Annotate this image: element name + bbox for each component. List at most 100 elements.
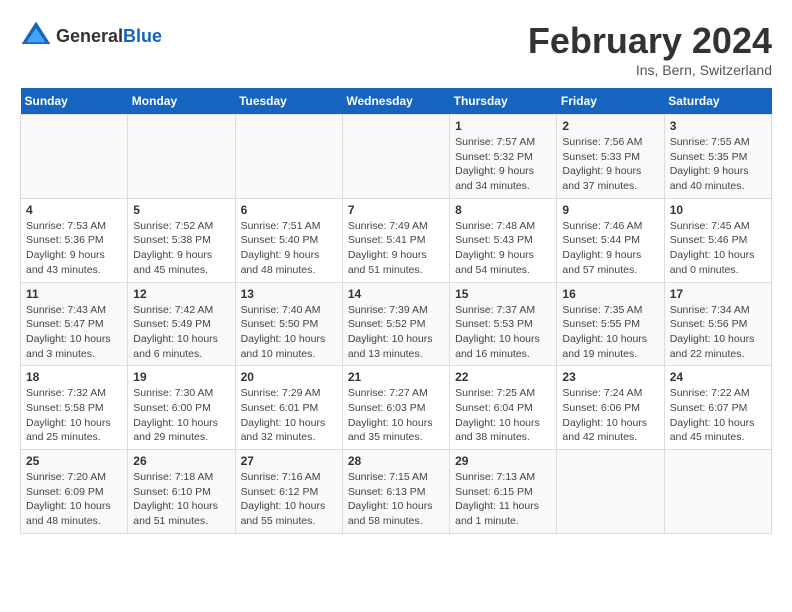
calendar-cell: 28Sunrise: 7:15 AM Sunset: 6:13 PM Dayli… [342, 450, 449, 534]
day-info: Sunrise: 7:39 AM Sunset: 5:52 PM Dayligh… [348, 303, 444, 362]
calendar-cell: 11 Sunrise: 7:43 AM Sunset: 5:47 PM Dayli… [21, 282, 128, 366]
calendar-cell: 9 Sunrise: 7:46 AM Sunset: 5:44 PM Daylig… [557, 198, 664, 282]
calendar-header-row: SundayMondayTuesdayWednesdayThursdayFrid… [21, 88, 772, 115]
day-info: Sunrise: 7:32 AM Sunset: 5:58 PM Dayligh… [26, 386, 122, 445]
day-number: 29 [455, 454, 551, 468]
column-header-saturday: Saturday [664, 88, 771, 115]
calendar-cell: 8Sunrise: 7:48 AM Sunset: 5:43 PM Daylig… [450, 198, 557, 282]
day-number: 27 [241, 454, 337, 468]
calendar-week-row: 25 Sunrise: 7:20 AM Sunset: 6:09 PM Dayli… [21, 450, 772, 534]
calendar-cell: 24 Sunrise: 7:22 AM Sunset: 6:07 PM Dayli… [664, 366, 771, 450]
day-number: 15 [455, 287, 551, 301]
day-info: Sunrise: 7:51 AM Sunset: 5:40 PM Dayligh… [241, 219, 337, 278]
calendar-cell: 12Sunrise: 7:42 AM Sunset: 5:49 PM Dayli… [128, 282, 235, 366]
logo: GeneralBlue [20, 20, 162, 52]
calendar-cell: 16 Sunrise: 7:35 AM Sunset: 5:55 PM Dayli… [557, 282, 664, 366]
logo-text-blue: Blue [123, 26, 162, 46]
calendar-cell: 4 Sunrise: 7:53 AM Sunset: 5:36 PM Daylig… [21, 198, 128, 282]
calendar-cell: 19 Sunrise: 7:30 AM Sunset: 6:00 PM Dayli… [128, 366, 235, 450]
calendar-week-row: 1 Sunrise: 7:57 AM Sunset: 5:32 PM Daylig… [21, 115, 772, 199]
day-info: Sunrise: 7:25 AM Sunset: 6:04 PM Dayligh… [455, 386, 551, 445]
calendar-cell: 7Sunrise: 7:49 AM Sunset: 5:41 PM Daylig… [342, 198, 449, 282]
day-info: Sunrise: 7:29 AM Sunset: 6:01 PM Dayligh… [241, 386, 337, 445]
calendar-cell: 21 Sunrise: 7:27 AM Sunset: 6:03 PM Dayli… [342, 366, 449, 450]
day-info: Sunrise: 7:37 AM Sunset: 5:53 PM Dayligh… [455, 303, 551, 362]
day-info: Sunrise: 7:43 AM Sunset: 5:47 PM Dayligh… [26, 303, 122, 362]
day-number: 12 [133, 287, 229, 301]
day-number: 25 [26, 454, 122, 468]
calendar-week-row: 18 Sunrise: 7:32 AM Sunset: 5:58 PM Dayli… [21, 366, 772, 450]
calendar-cell: 1 Sunrise: 7:57 AM Sunset: 5:32 PM Daylig… [450, 115, 557, 199]
calendar-cell: 25 Sunrise: 7:20 AM Sunset: 6:09 PM Dayli… [21, 450, 128, 534]
logo-icon [20, 20, 52, 52]
calendar-cell: 14 Sunrise: 7:39 AM Sunset: 5:52 PM Dayli… [342, 282, 449, 366]
calendar-cell: 22 Sunrise: 7:25 AM Sunset: 6:04 PM Dayli… [450, 366, 557, 450]
day-info: Sunrise: 7:57 AM Sunset: 5:32 PM Dayligh… [455, 135, 551, 194]
day-info: Sunrise: 7:48 AM Sunset: 5:43 PM Dayligh… [455, 219, 551, 278]
day-info: Sunrise: 7:20 AM Sunset: 6:09 PM Dayligh… [26, 470, 122, 529]
day-number: 11 [26, 287, 122, 301]
calendar-cell: 20 Sunrise: 7:29 AM Sunset: 6:01 PM Dayli… [235, 366, 342, 450]
calendar-cell: 26 Sunrise: 7:18 AM Sunset: 6:10 PM Dayli… [128, 450, 235, 534]
day-info: Sunrise: 7:13 AM Sunset: 6:15 PM Dayligh… [455, 470, 551, 529]
day-number: 22 [455, 370, 551, 384]
column-header-monday: Monday [128, 88, 235, 115]
calendar-cell: 18 Sunrise: 7:32 AM Sunset: 5:58 PM Dayli… [21, 366, 128, 450]
calendar-cell: 17Sunrise: 7:34 AM Sunset: 5:56 PM Dayli… [664, 282, 771, 366]
day-number: 23 [562, 370, 658, 384]
day-number: 26 [133, 454, 229, 468]
day-number: 21 [348, 370, 444, 384]
day-info: Sunrise: 7:40 AM Sunset: 5:50 PM Dayligh… [241, 303, 337, 362]
calendar-week-row: 4 Sunrise: 7:53 AM Sunset: 5:36 PM Daylig… [21, 198, 772, 282]
day-info: Sunrise: 7:35 AM Sunset: 5:55 PM Dayligh… [562, 303, 658, 362]
day-info: Sunrise: 7:18 AM Sunset: 6:10 PM Dayligh… [133, 470, 229, 529]
calendar-table: SundayMondayTuesdayWednesdayThursdayFrid… [20, 88, 772, 534]
calendar-cell: 27Sunrise: 7:16 AM Sunset: 6:12 PM Dayli… [235, 450, 342, 534]
day-info: Sunrise: 7:55 AM Sunset: 5:35 PM Dayligh… [670, 135, 766, 194]
day-info: Sunrise: 7:30 AM Sunset: 6:00 PM Dayligh… [133, 386, 229, 445]
day-info: Sunrise: 7:22 AM Sunset: 6:07 PM Dayligh… [670, 386, 766, 445]
day-number: 5 [133, 203, 229, 217]
calendar-cell [21, 115, 128, 199]
column-header-wednesday: Wednesday [342, 88, 449, 115]
day-number: 20 [241, 370, 337, 384]
calendar-cell: 13 Sunrise: 7:40 AM Sunset: 5:50 PM Dayli… [235, 282, 342, 366]
day-info: Sunrise: 7:15 AM Sunset: 6:13 PM Dayligh… [348, 470, 444, 529]
calendar-cell [128, 115, 235, 199]
day-number: 9 [562, 203, 658, 217]
calendar-cell: 15 Sunrise: 7:37 AM Sunset: 5:53 PM Dayli… [450, 282, 557, 366]
day-number: 13 [241, 287, 337, 301]
day-info: Sunrise: 7:53 AM Sunset: 5:36 PM Dayligh… [26, 219, 122, 278]
column-header-thursday: Thursday [450, 88, 557, 115]
day-number: 19 [133, 370, 229, 384]
main-title: February 2024 [528, 20, 772, 62]
day-number: 3 [670, 119, 766, 133]
day-info: Sunrise: 7:27 AM Sunset: 6:03 PM Dayligh… [348, 386, 444, 445]
calendar-cell: 5 Sunrise: 7:52 AM Sunset: 5:38 PM Daylig… [128, 198, 235, 282]
day-number: 14 [348, 287, 444, 301]
day-number: 2 [562, 119, 658, 133]
day-number: 4 [26, 203, 122, 217]
calendar-cell: 23 Sunrise: 7:24 AM Sunset: 6:06 PM Dayli… [557, 366, 664, 450]
calendar-cell: 10Sunrise: 7:45 AM Sunset: 5:46 PM Dayli… [664, 198, 771, 282]
column-header-tuesday: Tuesday [235, 88, 342, 115]
day-info: Sunrise: 7:46 AM Sunset: 5:44 PM Dayligh… [562, 219, 658, 278]
subtitle: Ins, Bern, Switzerland [528, 62, 772, 78]
page-header: GeneralBlue February 2024 Ins, Bern, Swi… [20, 20, 772, 78]
day-number: 1 [455, 119, 551, 133]
day-info: Sunrise: 7:56 AM Sunset: 5:33 PM Dayligh… [562, 135, 658, 194]
day-info: Sunrise: 7:52 AM Sunset: 5:38 PM Dayligh… [133, 219, 229, 278]
day-info: Sunrise: 7:34 AM Sunset: 5:56 PM Dayligh… [670, 303, 766, 362]
calendar-cell: 2 Sunrise: 7:56 AM Sunset: 5:33 PM Daylig… [557, 115, 664, 199]
column-header-friday: Friday [557, 88, 664, 115]
day-number: 18 [26, 370, 122, 384]
day-info: Sunrise: 7:49 AM Sunset: 5:41 PM Dayligh… [348, 219, 444, 278]
day-number: 24 [670, 370, 766, 384]
day-number: 10 [670, 203, 766, 217]
calendar-cell [235, 115, 342, 199]
logo-text-general: General [56, 26, 123, 46]
calendar-cell [557, 450, 664, 534]
day-number: 16 [562, 287, 658, 301]
column-header-sunday: Sunday [21, 88, 128, 115]
day-info: Sunrise: 7:24 AM Sunset: 6:06 PM Dayligh… [562, 386, 658, 445]
